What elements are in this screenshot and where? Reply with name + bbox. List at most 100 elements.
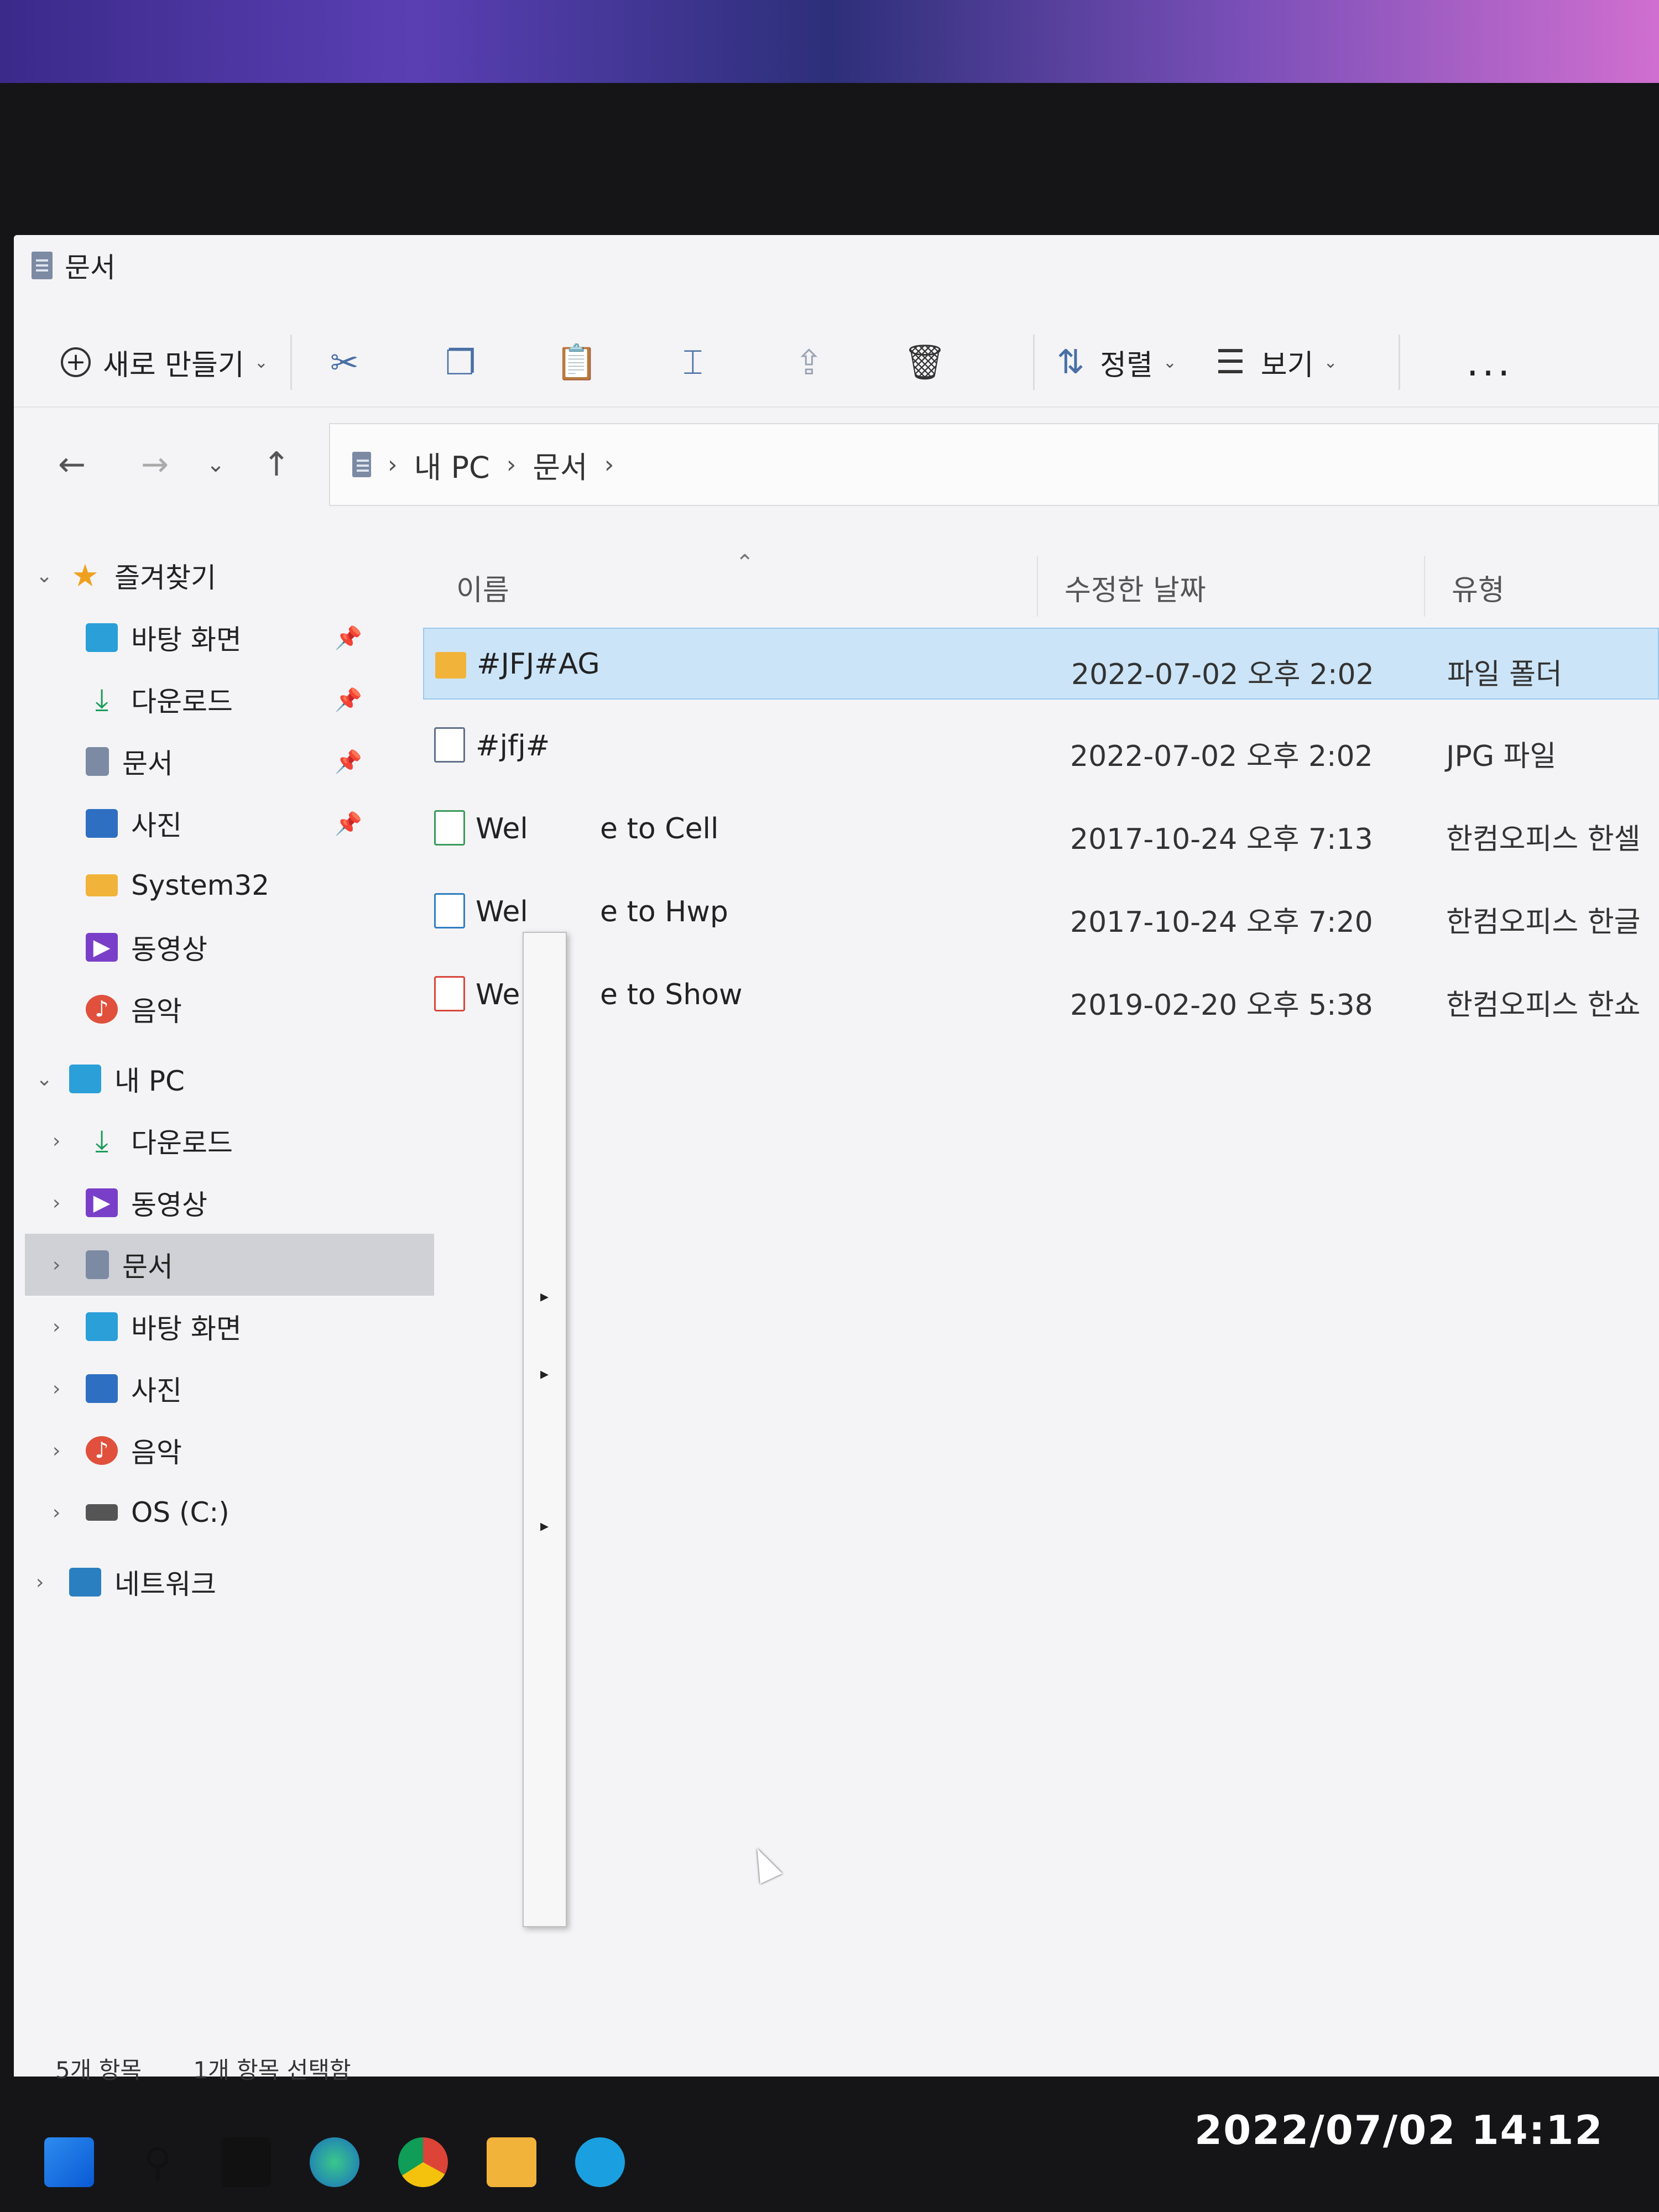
file-name: #jfj# [476,729,550,763]
folder-icon [435,652,466,679]
sidebar-item-pc-pictures[interactable]: › 사진 [14,1358,379,1420]
column-header-name[interactable]: 이름 [456,567,509,608]
desktop-icon [86,623,118,652]
photo-timestamp: 2022/07/02 14:12 [1194,2107,1604,2153]
file-name-tail: e to Show [600,978,743,1011]
more-options-button[interactable]: ... [1467,340,1514,385]
sidebar-label: 동영상 [131,933,207,966]
context-menu[interactable]: ▸ ▸ ▸ [523,932,567,1927]
sidebar-item-pc-documents[interactable]: › 문서 [25,1234,434,1296]
address-bar[interactable]: › 내 PC › 문서 › [329,423,1659,506]
chevron-right-icon[interactable]: › [53,1192,60,1214]
sidebar-label: 다운로드 [131,1127,233,1159]
breadcrumb-documents[interactable]: 문서 [533,443,587,487]
sidebar-item-pictures[interactable]: 사진 📌 [14,792,379,854]
sidebar-item-documents[interactable]: 문서 📌 [14,731,379,792]
breadcrumb-this-pc[interactable]: 내 PC [414,443,490,487]
back-arrow-icon[interactable]: ← [47,445,97,484]
sidebar-label: 즐겨찾기 [114,562,216,594]
paste-button[interactable]: 📋 [546,332,607,393]
file-row[interactable]: Wel e to Hwp 2017-10-24 오후 7:20 한컴오피스 한글 [423,877,1659,948]
start-icon[interactable] [44,2137,94,2187]
file-name: #JFJ#AG [477,648,600,681]
new-button[interactable]: + 새로 만들기 ⌄ [61,342,268,383]
forward-arrow-icon[interactable]: → [130,445,180,484]
chevron-right-icon[interactable]: › [53,1378,60,1400]
music-icon: ♪ [86,1436,118,1465]
download-icon: ⤓ [95,1123,108,1158]
sidebar-item-pc-videos[interactable]: › ▶ 동영상 [14,1172,379,1234]
submenu-arrow-icon[interactable]: ▸ [540,1516,549,1536]
videos-icon: ▶ [86,933,118,962]
toolbar-divider [1032,335,1035,390]
pin-icon[interactable]: 📌 [335,811,362,837]
file-row[interactable]: #jfj# 2022-07-02 오후 2:02 JPG 파일 [423,711,1659,782]
chevron-right-icon[interactable]: › [53,1316,60,1338]
scissors-icon: ✂ [330,342,359,383]
up-arrow-icon[interactable]: ↑ [252,445,301,484]
sort-button[interactable]: ⇅ 정렬 ⌄ [1057,342,1177,383]
sidebar-this-pc[interactable]: ⌄ 내 PC [14,1048,379,1110]
view-button[interactable]: ☰ 보기 ⌄ [1215,342,1338,383]
submenu-arrow-icon[interactable]: ▸ [540,1364,549,1384]
sidebar-quick-access[interactable]: ⌄ ★ 즐겨찾기 [14,545,379,607]
toolbar-divider [1398,335,1400,390]
sidebar-label: 사진 [131,1375,182,1407]
file-explorer-icon[interactable] [487,2137,536,2187]
command-bar: + 새로 만들기 ⌄ ✂ ❐ 📋 ⌶ ⇪ 🗑 ⇅ 정렬 ⌄ ☰ 보기 ⌄ ... [14,318,1659,408]
documents-icon [32,252,53,279]
chevron-right-icon[interactable]: › [36,1571,44,1594]
documents-icon [352,452,371,477]
column-header-date[interactable]: 수정한 날짜 [1065,567,1206,608]
sidebar-label: 문서 [122,748,173,780]
column-divider[interactable] [1424,556,1425,617]
chevron-right-icon[interactable]: › [604,451,614,479]
pin-icon[interactable]: 📌 [335,687,362,713]
copy-button[interactable]: ❐ [430,332,491,393]
column-divider[interactable] [1037,556,1038,617]
file-type: 한컴오피스 한셀 [1446,823,1641,856]
share-button[interactable]: ⇪ [779,332,839,393]
sidebar-item-desktop[interactable]: 바탕 화면 📌 [14,607,379,669]
column-header-type[interactable]: 유형 [1452,567,1505,608]
chevron-right-icon: › [506,450,517,479]
file-row[interactable]: #JFJ#AG 2022-07-02 오후 2:02 파일 폴더 [423,628,1659,700]
sidebar-item-system32[interactable]: System32 [14,854,379,916]
search-icon[interactable]: ⚲ [133,2137,182,2187]
edge-icon[interactable] [310,2137,359,2187]
pin-icon[interactable]: 📌 [335,749,362,775]
app-icon[interactable] [575,2137,625,2187]
chevron-right-icon[interactable]: › [53,1130,60,1152]
sidebar-item-pc-desktop[interactable]: › 바탕 화면 [14,1296,379,1358]
file-name-tail: e to Hwp [600,895,728,928]
rename-button[interactable]: ⌶ [662,332,723,393]
sidebar-item-downloads[interactable]: ⤓ 다운로드 📌 [14,669,379,731]
trash-icon: 🗑 [903,342,947,382]
chevron-right-icon[interactable]: › [53,1501,60,1524]
sidebar-network[interactable]: › 네트워크 [14,1551,379,1613]
submenu-arrow-icon[interactable]: ▸ [540,1287,549,1306]
pictures-icon [86,1374,118,1403]
sidebar-item-music[interactable]: ♪ 음악 [14,978,379,1040]
sidebar-label: 다운로드 [131,686,233,718]
sidebar-label: 문서 [122,1251,173,1283]
sort-icon: ⇅ [1056,343,1085,382]
drive-icon [86,1504,118,1521]
file-row[interactable]: Wel e to Cell 2017-10-24 오후 7:13 한컴오피스 한… [423,794,1659,865]
chevron-down-icon[interactable]: ⌄ [36,1068,53,1091]
chevron-right-icon[interactable]: › [53,1254,60,1276]
file-row[interactable]: Wel e to Show 2019-02-20 오후 5:38 한컴오피스 한… [423,959,1659,1031]
chevron-right-icon[interactable]: › [53,1439,60,1462]
recent-locations-chevron-icon[interactable]: ⌄ [191,452,241,477]
cut-button[interactable]: ✂ [314,332,375,393]
chrome-icon[interactable] [398,2137,448,2187]
sidebar-item-videos[interactable]: ▶ 동영상 [14,916,379,978]
sidebar-item-pc-drive-c[interactable]: › OS (C:) [14,1481,379,1543]
sidebar-label: 음악 [131,1437,182,1469]
delete-button[interactable]: 🗑 [895,332,956,393]
sidebar-item-pc-downloads[interactable]: › ⤓ 다운로드 [14,1110,379,1172]
chevron-down-icon[interactable]: ⌄ [36,565,53,587]
task-view-icon[interactable] [221,2137,271,2187]
sidebar-item-pc-music[interactable]: › ♪ 음악 [14,1420,379,1481]
pin-icon[interactable]: 📌 [335,625,362,651]
